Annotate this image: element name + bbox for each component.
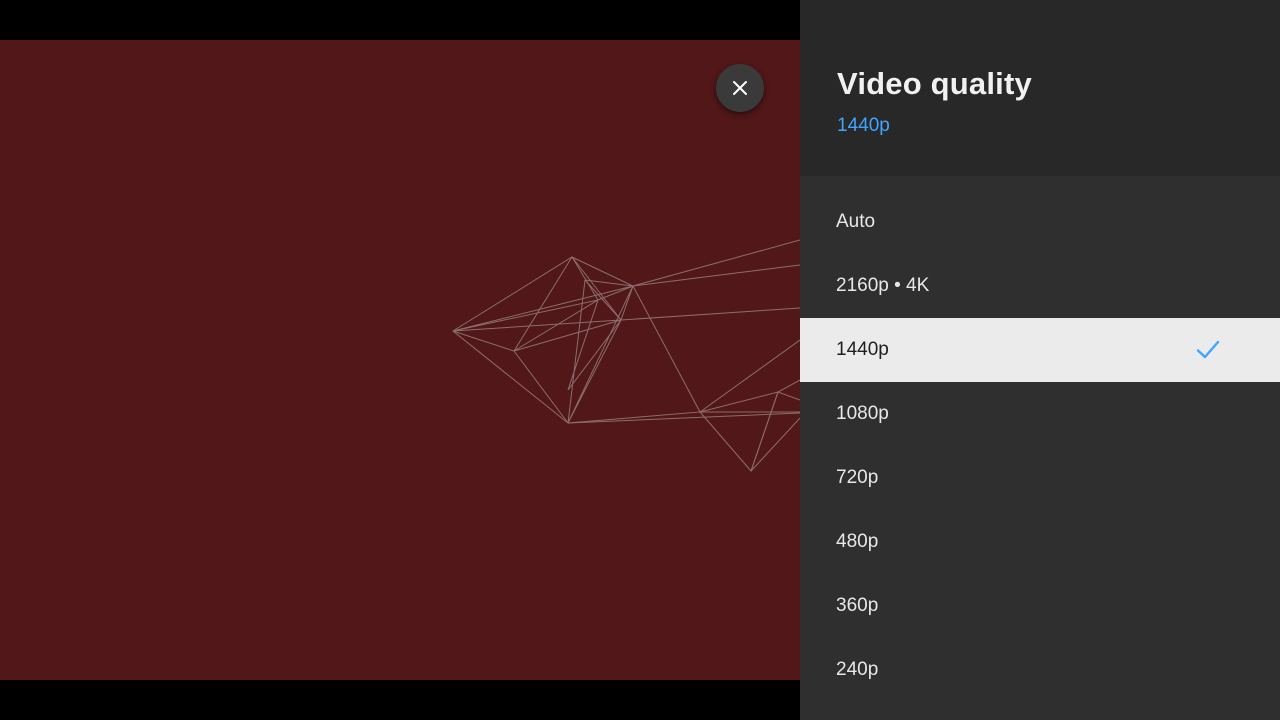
quality-option-label: 1080p (836, 403, 889, 424)
checkmark-icon (1196, 340, 1220, 359)
video-player (0, 40, 800, 680)
wireframe-mesh-graphic (452, 239, 800, 472)
panel-header: Video quality 1440p (800, 0, 1280, 176)
quality-option-label: 720p (836, 467, 879, 488)
quality-option-label: 480p (836, 531, 879, 552)
quality-option-240p[interactable]: 240p (800, 638, 1280, 702)
quality-option-1080p[interactable]: 1080p (800, 382, 1280, 446)
current-quality-value: 1440p (837, 115, 890, 136)
quality-option-auto[interactable]: Auto (800, 190, 1280, 254)
quality-option-2160p[interactable]: 2160p • 4K (800, 254, 1280, 318)
quality-option-720p[interactable]: 720p (800, 446, 1280, 510)
video-quality-panel: Video quality 1440p Auto 2160p • 4K 1440… (800, 0, 1280, 720)
quality-option-480p[interactable]: 480p (800, 510, 1280, 574)
quality-options-list: Auto 2160p • 4K 1440p 1080p 720p 480p 36… (800, 190, 1280, 702)
quality-option-label: 240p (836, 659, 879, 680)
tv-screen: Video quality 1440p Auto 2160p • 4K 1440… (0, 0, 1280, 720)
quality-option-360p[interactable]: 360p (800, 574, 1280, 638)
panel-title: Video quality (837, 66, 1032, 101)
quality-option-label: Auto (836, 211, 876, 232)
quality-option-label: 1440p (836, 339, 889, 360)
quality-option-label: 360p (836, 595, 879, 616)
close-icon (733, 81, 747, 95)
quality-option-1440p[interactable]: 1440p (800, 318, 1280, 382)
quality-option-label: 2160p • 4K (836, 275, 930, 296)
close-button[interactable] (716, 64, 764, 112)
